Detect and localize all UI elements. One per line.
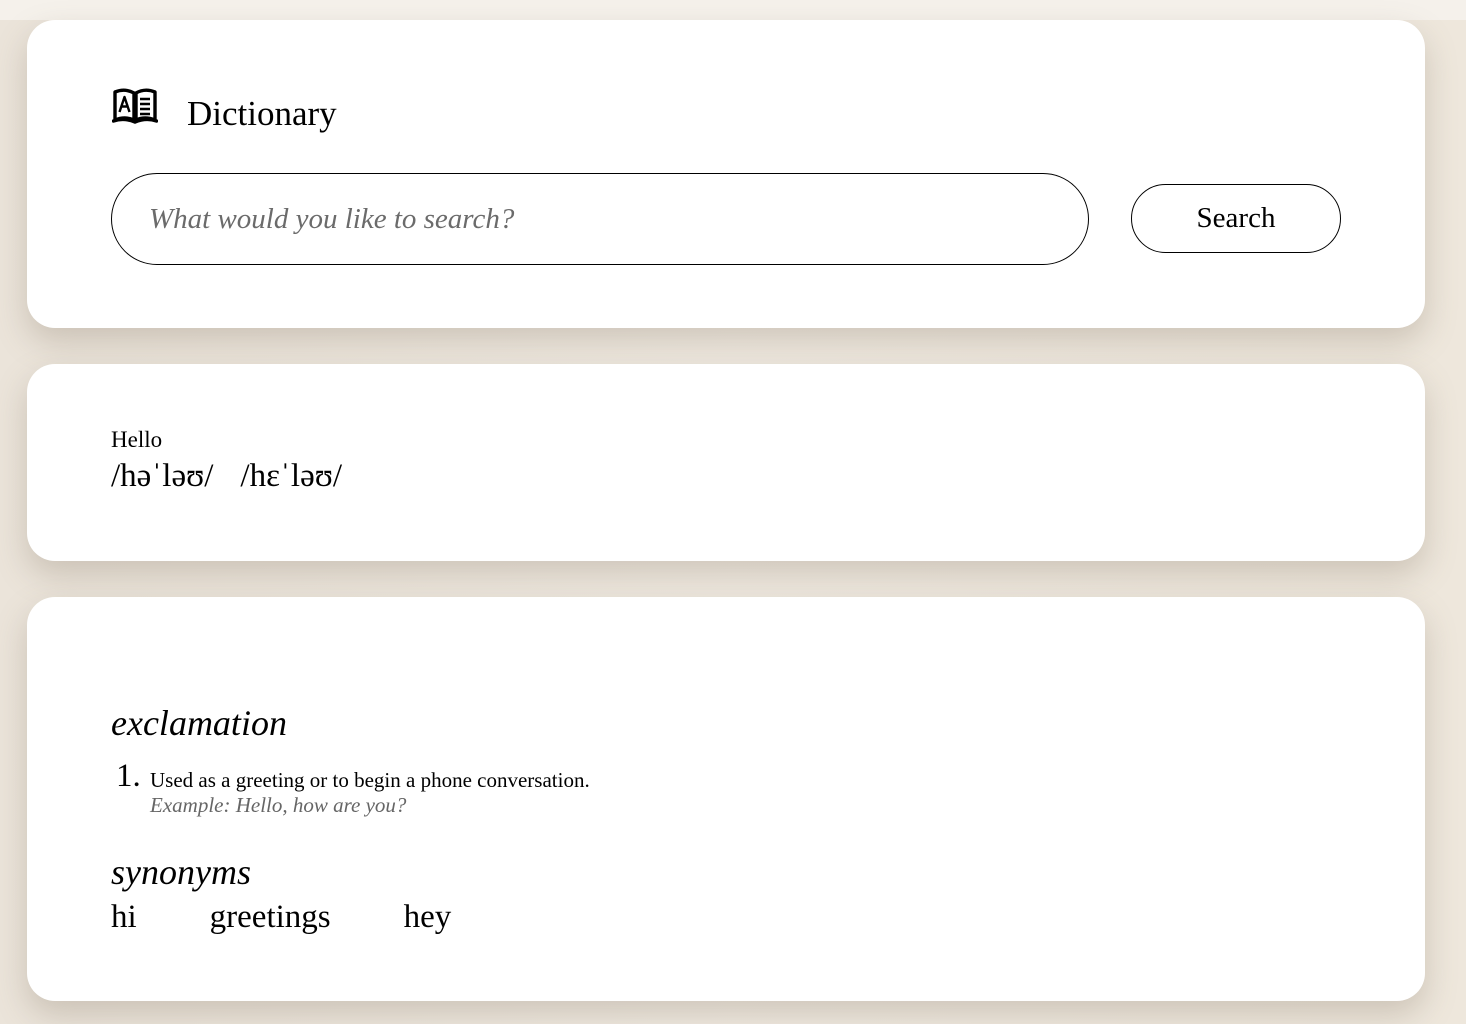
word-title: Hello [111, 427, 163, 452]
meaning-card: exclamation 1. Used as a greeting or to … [27, 597, 1425, 1001]
word-card: Hello /həˈləʊ/ /hɛˈləʊ/ [27, 364, 1425, 561]
app-title: Dictionary [187, 93, 337, 133]
brand: Dictionary [112, 88, 337, 131]
search-button[interactable]: Search [1131, 184, 1341, 253]
synonyms-heading: synonyms [111, 852, 251, 892]
definition-example: Example: Hello, how are you? [150, 793, 407, 817]
open-book-icon [112, 88, 158, 124]
part-of-speech: exclamation [111, 703, 287, 743]
definition-body: Used as a greeting or to begin a phone c… [150, 760, 590, 816]
search-card: Dictionary Search [27, 20, 1425, 328]
synonyms-list: hi greetings hey [111, 901, 524, 934]
synonym-item[interactable]: hi [111, 901, 137, 934]
phonetics-row: /həˈləʊ/ /hɛˈləʊ/ [111, 460, 369, 493]
synonym-item[interactable]: hey [404, 901, 452, 934]
search-input[interactable] [111, 173, 1089, 265]
phonetic-1[interactable]: /həˈləʊ/ [111, 460, 213, 493]
synonym-item[interactable]: greetings [210, 901, 331, 934]
phonetic-2[interactable]: /hɛˈləʊ/ [240, 460, 342, 493]
definition-number: 1. [116, 758, 141, 794]
definition-item: 1. Used as a greeting or to begin a phon… [116, 760, 590, 816]
page-top-strip [0, 0, 1466, 20]
definition-text: Used as a greeting or to begin a phone c… [150, 768, 590, 792]
